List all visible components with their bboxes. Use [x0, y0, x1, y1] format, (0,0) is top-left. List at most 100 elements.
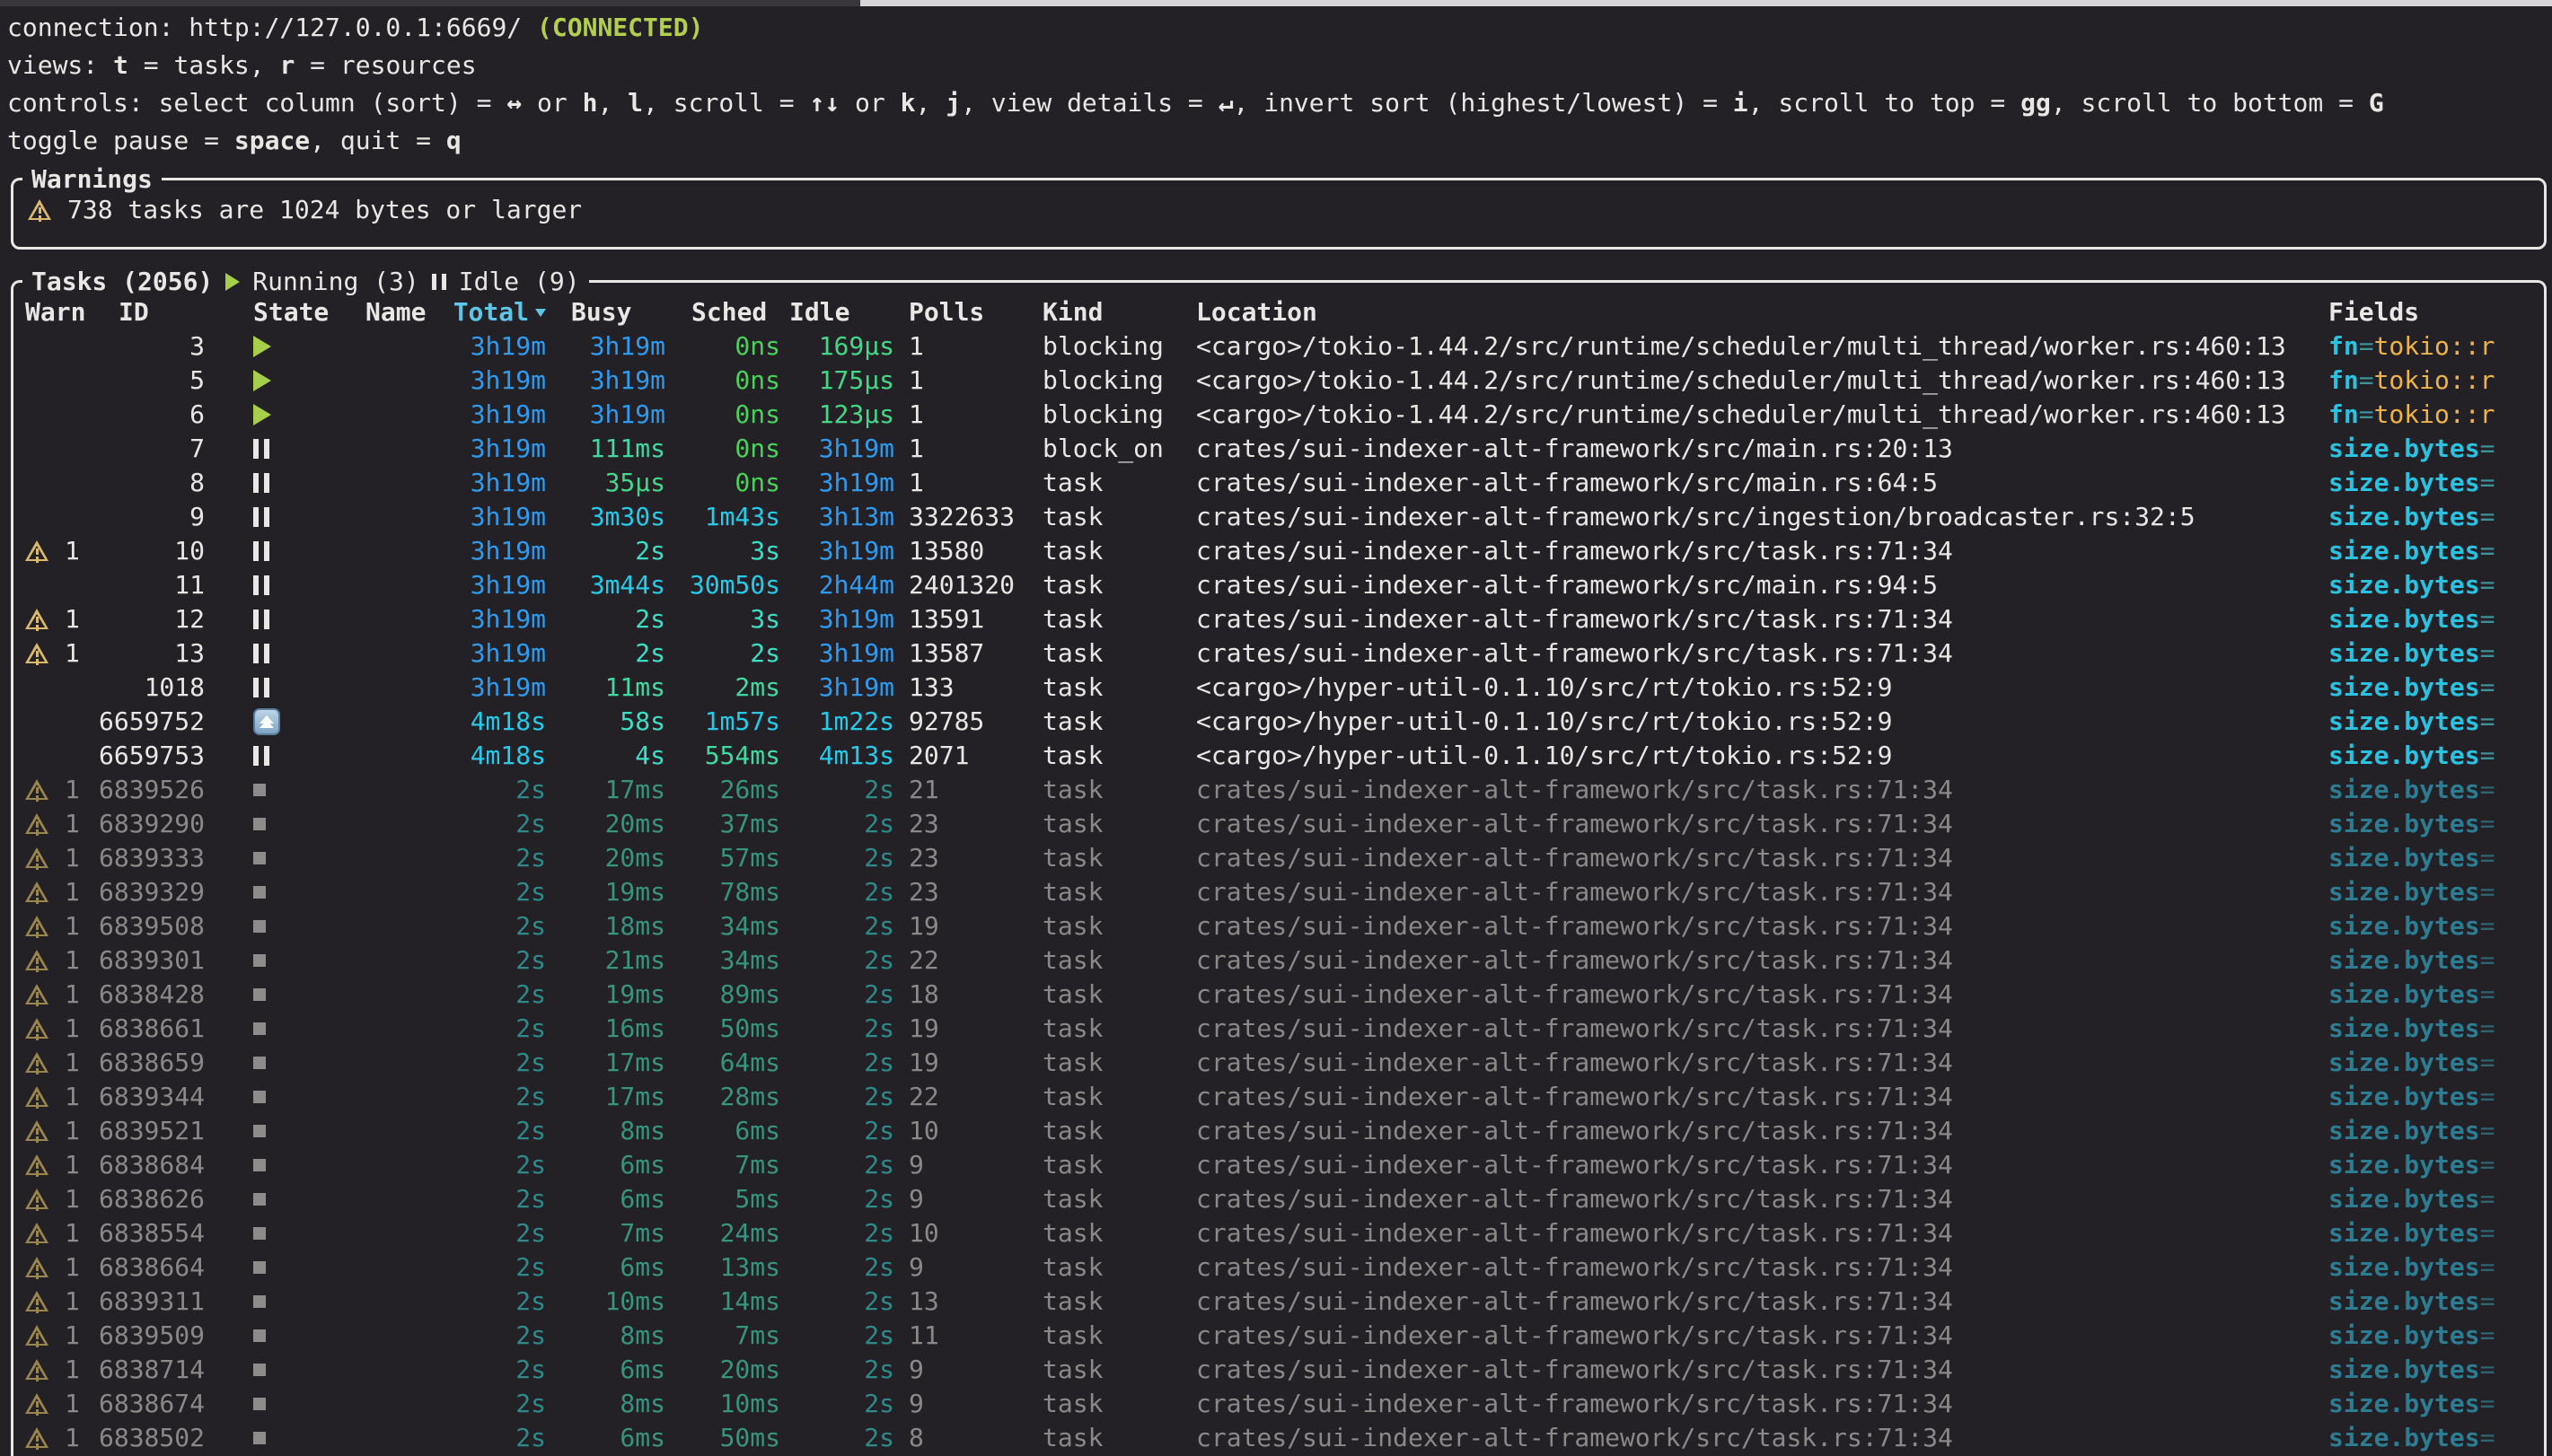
column-header-state[interactable]: State [205, 295, 357, 329]
field-key: fn [2328, 365, 2359, 395]
polls-cell: 18 [894, 978, 1034, 1012]
field-equals: = [2480, 706, 2495, 736]
sorted-column-label: Total [453, 295, 529, 329]
column-header-polls[interactable]: Polls [894, 295, 1034, 329]
total-cell: 2s [447, 1421, 546, 1455]
column-header-idle[interactable]: Idle [780, 295, 894, 329]
state-cell [205, 739, 357, 773]
duration-value: 11ms [605, 672, 665, 702]
idle-cell: 2s [780, 978, 894, 1012]
field-equals: = [2480, 1082, 2495, 1111]
column-header-sched[interactable]: Sched [665, 295, 780, 329]
name-cell [357, 364, 447, 398]
completed-state-icon [253, 1125, 266, 1137]
warn-count: 1 [65, 534, 80, 568]
task-id-cell: 6838626 [92, 1182, 205, 1216]
sched-cell: 64ms [665, 1046, 780, 1080]
fields-cell: size.bytes= [2312, 602, 2542, 636]
column-header-kind[interactable]: Kind [1034, 295, 1187, 329]
warning-item: 738 tasks are 1024 bytes or larger [28, 195, 582, 224]
duration-value: 1m22s [819, 706, 894, 736]
completed-state-icon [253, 920, 266, 933]
polls-cell: 92785 [894, 705, 1034, 739]
busy-cell: 11ms [546, 671, 665, 705]
column-header-location[interactable]: Location [1187, 295, 2312, 329]
idle-state-icon [253, 610, 269, 629]
field-key: size.bytes [2328, 468, 2480, 497]
duration-value: 10ms [605, 1286, 665, 1316]
duration-value: 16ms [605, 1013, 665, 1043]
name-cell [357, 909, 447, 943]
sched-cell: 0ns [665, 398, 780, 432]
state-cell [205, 534, 357, 568]
duration-value: 3h19m [590, 365, 665, 395]
total-cell: 3h19m [447, 636, 546, 671]
field-equals: = [2480, 1286, 2495, 1316]
state-cell [205, 432, 357, 466]
warn-cell: 1 [20, 1046, 92, 1080]
duration-value: 2ms [735, 672, 780, 702]
name-cell [357, 466, 447, 500]
duration-value: 2s [515, 1013, 546, 1043]
kind-cell: task [1034, 1285, 1187, 1319]
field-key: size.bytes [2328, 1013, 2480, 1043]
name-cell [357, 807, 447, 841]
state-cell [205, 841, 357, 875]
field-key: size.bytes [2328, 775, 2480, 804]
warn-cell: 1 [20, 807, 92, 841]
polls-cell: 19 [894, 909, 1034, 943]
warning-triangle-icon [25, 1291, 48, 1312]
name-cell [357, 1182, 447, 1216]
task-id-cell: 6839301 [92, 943, 205, 978]
running-play-icon [225, 273, 240, 291]
polls-cell: 8 [894, 1421, 1034, 1455]
total-cell: 2s [447, 909, 546, 943]
field-key: size.bytes [2328, 1320, 2480, 1350]
column-header-busy[interactable]: Busy [546, 295, 665, 329]
completed-state-icon [253, 1022, 266, 1035]
warn-cell [20, 500, 92, 534]
duration-value: 2s [515, 1389, 546, 1418]
name-cell [357, 841, 447, 875]
duration-value: 2s [515, 1082, 546, 1111]
name-cell [357, 773, 447, 807]
field-key: size.bytes [2328, 1252, 2480, 1282]
duration-value: 0ns [735, 331, 780, 361]
location-cell: crates/sui-indexer-alt-framework/src/tas… [1187, 1250, 2312, 1285]
location-cell: crates/sui-indexer-alt-framework/src/tas… [1187, 636, 2312, 671]
state-cell [205, 1182, 357, 1216]
task-id-cell: 12 [92, 602, 205, 636]
total-cell: 2s [447, 1182, 546, 1216]
text-segment: views: [7, 50, 113, 80]
duration-value: 20ms [720, 1355, 780, 1384]
duration-value: 2s [635, 638, 665, 668]
idle-state-icon [253, 439, 269, 459]
sched-cell: 57ms [665, 841, 780, 875]
completed-state-icon [253, 988, 266, 1001]
busy-cell: 19ms [546, 978, 665, 1012]
warn-count: 1 [65, 1285, 80, 1319]
state-cell [205, 671, 357, 705]
warn-cell [20, 329, 92, 364]
total-cell: 3h19m [447, 329, 546, 364]
idle-cell: 2s [780, 841, 894, 875]
running-state-icon [253, 404, 271, 425]
busy-cell: 8ms [546, 1319, 665, 1353]
name-cell [357, 329, 447, 364]
warn-count: 1 [65, 636, 80, 671]
column-header-fields[interactable]: Fields [2312, 295, 2542, 329]
location-cell: crates/sui-indexer-alt-framework/src/tas… [1187, 1285, 2312, 1319]
column-header-total[interactable]: Total [447, 295, 546, 329]
task-id-cell: 1018 [92, 671, 205, 705]
text-segment: = tasks, [128, 50, 280, 80]
idle-cell: 175µs [780, 364, 894, 398]
column-header-id[interactable]: ID [92, 295, 205, 329]
column-header-name[interactable]: Name [357, 295, 447, 329]
duration-value: 3s [750, 536, 780, 566]
duration-value: 2s [515, 1320, 546, 1350]
column-header-warn[interactable]: Warn [20, 295, 92, 329]
location-cell: crates/sui-indexer-alt-framework/src/tas… [1187, 534, 2312, 568]
kind-cell: task [1034, 1387, 1187, 1421]
polls-cell: 1 [894, 466, 1034, 500]
idle-cell: 2s [780, 875, 894, 909]
